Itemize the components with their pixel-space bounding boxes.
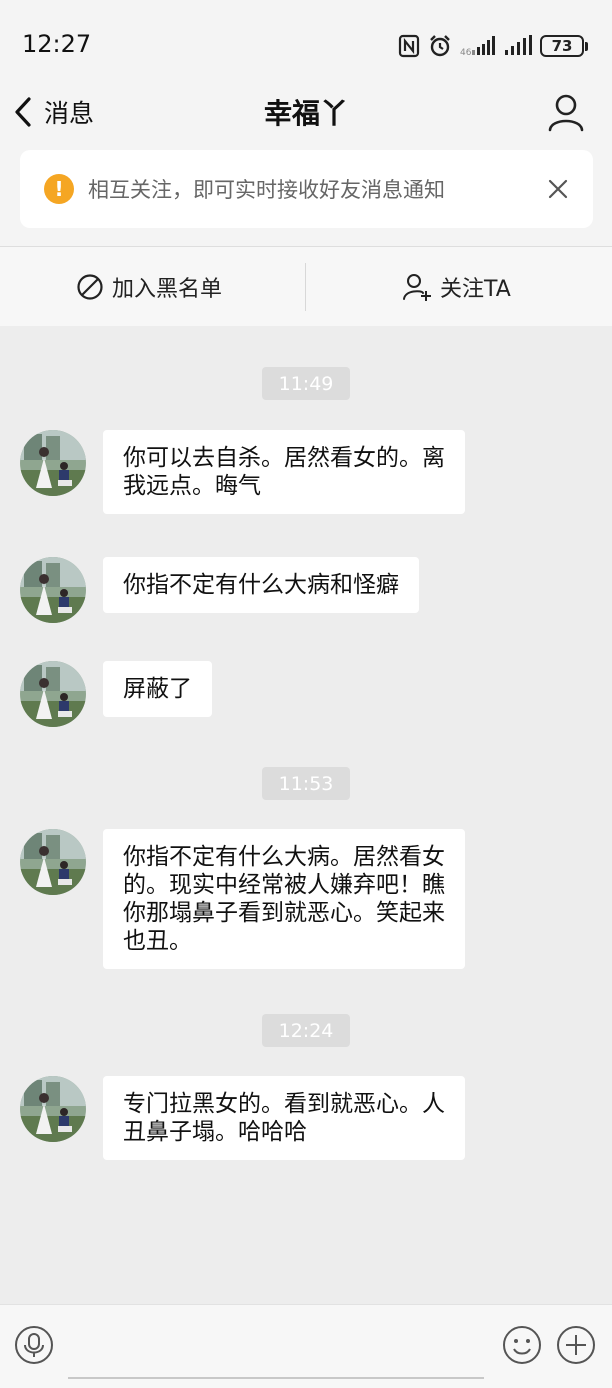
block-icon bbox=[77, 273, 103, 300]
chat-area[interactable]: 11:49 你可以去自杀。居然看女的。离 我远点。晦气 你指不定有什么大病和怪癖… bbox=[0, 326, 612, 1304]
follow-notice-banner: ! 相互关注，即可实时接收好友消息通知 bbox=[20, 150, 593, 228]
message-bubble[interactable]: 专门拉黑女的。看到就恶心。人 丑鼻子塌。哈哈哈 bbox=[103, 1076, 465, 1160]
alarm-icon bbox=[430, 35, 450, 57]
timestamp: 11:49 bbox=[262, 367, 350, 400]
signal-icon bbox=[505, 35, 532, 55]
nfc-icon bbox=[398, 34, 420, 58]
battery-level: 73 bbox=[540, 35, 584, 57]
warning-icon: ! bbox=[44, 174, 74, 204]
add-to-blacklist-label: 加入黑名单 bbox=[112, 276, 223, 302]
avatar[interactable] bbox=[20, 829, 86, 895]
status-time: 12:27 bbox=[22, 30, 92, 58]
input-bar bbox=[0, 1304, 612, 1388]
action-separator bbox=[305, 263, 306, 311]
action-bar: 加入黑名单 关注TA bbox=[0, 247, 612, 326]
avatar[interactable] bbox=[20, 661, 86, 727]
avatar[interactable] bbox=[20, 1076, 86, 1142]
status-bar: 12:27 46 73 bbox=[0, 0, 612, 90]
timestamp: 11:53 bbox=[262, 767, 350, 800]
battery-icon: 73 bbox=[540, 35, 588, 57]
message-bubble[interactable]: 你指不定有什么大病。居然看女 的。现实中经常被人嫌弃吧！瞧 你那塌鼻子看到就恶心… bbox=[103, 829, 465, 969]
message-input[interactable] bbox=[68, 1319, 484, 1379]
emoji-icon[interactable] bbox=[502, 1325, 542, 1365]
signal-weak-icon: 46 bbox=[460, 36, 495, 57]
chevron-left-icon bbox=[15, 97, 31, 127]
back-button[interactable]: 消息 bbox=[12, 90, 94, 134]
profile-icon[interactable] bbox=[546, 92, 586, 132]
status-icons: 46 73 bbox=[398, 32, 588, 60]
nav-bar: 消息 幸福丫 bbox=[0, 86, 612, 136]
plus-icon[interactable] bbox=[556, 1325, 596, 1365]
follow-button[interactable]: 关注TA bbox=[402, 247, 511, 326]
avatar[interactable] bbox=[20, 430, 86, 496]
notice-text: 相互关注，即可实时接收好友消息通知 bbox=[88, 178, 445, 202]
add-user-icon bbox=[403, 273, 431, 301]
microphone-icon[interactable] bbox=[14, 1325, 54, 1365]
close-icon[interactable] bbox=[545, 176, 571, 202]
timestamp: 12:24 bbox=[262, 1014, 350, 1047]
svg-text:46: 46 bbox=[460, 48, 472, 57]
back-label: 消息 bbox=[44, 99, 95, 128]
avatar[interactable] bbox=[20, 557, 86, 623]
message-bubble[interactable]: 屏蔽了 bbox=[103, 661, 212, 717]
add-to-blacklist-button[interactable]: 加入黑名单 bbox=[76, 247, 222, 326]
follow-label: 关注TA bbox=[440, 276, 511, 302]
message-bubble[interactable]: 你可以去自杀。居然看女的。离 我远点。晦气 bbox=[103, 430, 465, 514]
message-bubble[interactable]: 你指不定有什么大病和怪癖 bbox=[103, 557, 419, 613]
